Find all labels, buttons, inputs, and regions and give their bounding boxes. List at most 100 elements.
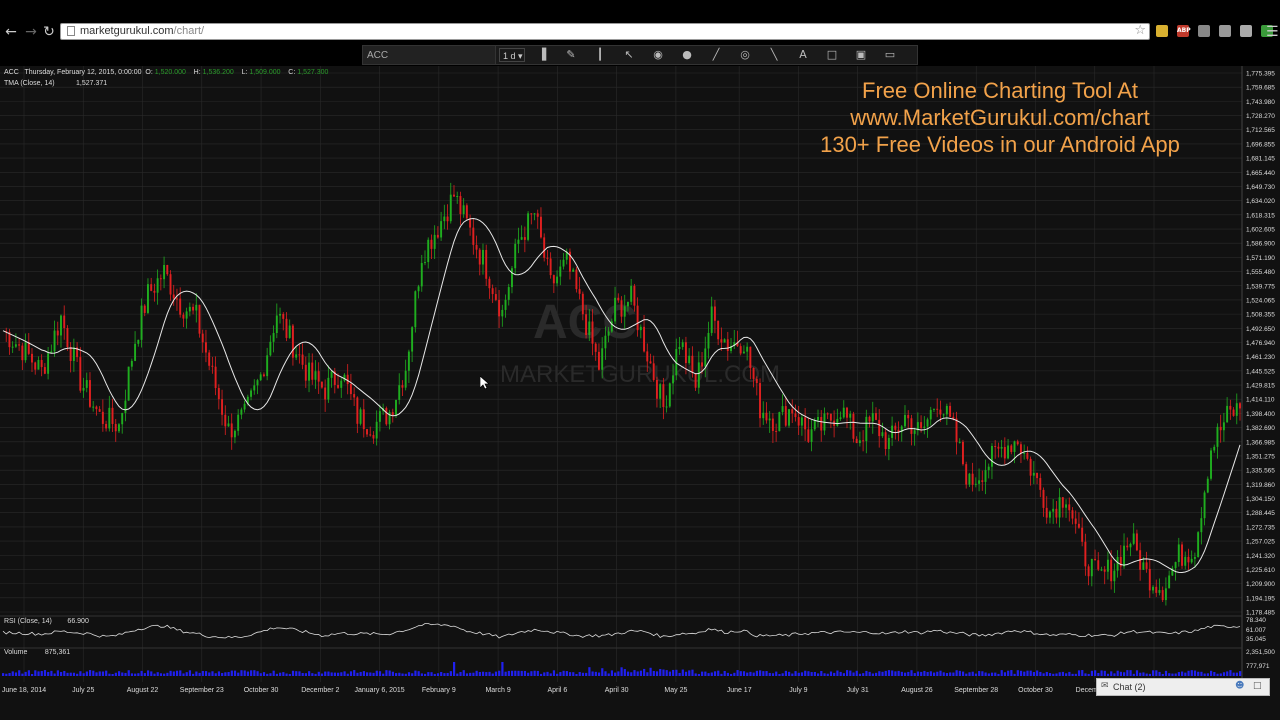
doc-extension-icon[interactable]	[1240, 25, 1252, 37]
text-tool-icon[interactable]: A	[794, 47, 812, 63]
target-icon[interactable]: ◎	[736, 47, 754, 63]
volume-bar	[1200, 671, 1203, 676]
volume-bar	[414, 670, 417, 676]
bars-icon[interactable]: ▐	[533, 47, 551, 63]
candle-body	[198, 304, 201, 334]
price-axis-label: 1,398.400	[1246, 411, 1275, 418]
folder-extension-icon[interactable]	[1156, 25, 1168, 37]
volume-bar	[591, 671, 594, 676]
volume-bar	[694, 673, 697, 676]
volume-bar	[237, 672, 240, 676]
candle-body	[1007, 445, 1010, 459]
candle-body	[446, 216, 449, 222]
candle-body	[852, 413, 855, 439]
line-tool-icon[interactable]: ╱	[707, 47, 725, 63]
chat-popout-icon[interactable]: □	[1253, 681, 1262, 691]
volume-bar	[233, 670, 237, 676]
candlestick-icon[interactable]: ┃	[591, 47, 609, 63]
candle-body	[623, 306, 626, 317]
reload-icon[interactable]: ↻	[42, 22, 56, 42]
adblock-extension-icon[interactable]: ABP	[1177, 25, 1191, 37]
pattern-icon[interactable]: ╲	[765, 47, 783, 63]
volume-bar	[411, 673, 414, 676]
volume-bar	[111, 673, 114, 676]
fullscreen-icon[interactable]: ▭	[881, 47, 899, 63]
volume-bar	[614, 672, 617, 676]
candle-body	[771, 418, 774, 431]
back-arrow-icon[interactable]: ←	[4, 22, 18, 42]
chat-widget[interactable]: ✉ Chat (2) ☻ □	[1096, 678, 1270, 696]
candle-body	[543, 237, 546, 258]
star-icon[interactable]: ☆	[1134, 23, 1146, 38]
eye-crossed-icon[interactable]: ◉	[649, 47, 667, 63]
brush-icon[interactable]: ✎	[562, 47, 580, 63]
chat-person-icon[interactable]: ☻	[1235, 681, 1244, 691]
candle-body	[1077, 523, 1080, 528]
volume-bar	[652, 670, 655, 676]
volume-bar	[775, 671, 778, 676]
chart-area[interactable]: 1,775.395 1,759.685 1,743.980 1,728.270 1,71…	[0, 66, 1280, 720]
volume-bar	[188, 670, 192, 676]
candle-body	[262, 374, 265, 377]
volume-bar	[755, 670, 758, 676]
volume-bar	[253, 670, 256, 676]
candle-body	[1068, 504, 1071, 511]
mail-extension-icon[interactable]	[1198, 25, 1210, 37]
volume-bar	[117, 671, 121, 676]
candle-body	[427, 239, 430, 263]
camera-icon[interactable]: ▣	[852, 47, 870, 63]
volume-bar	[1094, 670, 1097, 676]
price-axis-label: 1,476.940	[1246, 340, 1275, 347]
candle-body	[1039, 478, 1042, 490]
volume-bar	[1168, 673, 1171, 676]
info-symbol: ACC	[4, 69, 19, 76]
volume-bar	[295, 671, 298, 676]
candle-body	[1210, 450, 1212, 479]
volume-bar	[878, 671, 881, 676]
candle-body	[781, 406, 784, 413]
candle-body	[111, 407, 114, 424]
candle-body	[31, 353, 33, 363]
interval-select[interactable]: 1 d ▾	[499, 48, 525, 62]
volume-bar	[636, 671, 639, 676]
promo-banner: Free Online Charting Tool At www.MarketG…	[790, 77, 1210, 158]
cloud-extension-icon[interactable]	[1219, 25, 1231, 37]
time-axis-label: July 31	[847, 687, 869, 694]
volume-bar	[1106, 673, 1110, 676]
candle-body	[195, 304, 198, 311]
volume-bar	[198, 672, 201, 676]
candle-body	[208, 352, 211, 366]
trash-icon[interactable]: □	[823, 47, 841, 63]
circle-dot-icon[interactable]: ●	[678, 47, 696, 63]
candle-body	[253, 385, 256, 391]
candle-body	[1155, 586, 1158, 593]
candle-body	[304, 364, 307, 381]
candle-body	[887, 437, 890, 450]
price-axis-label: 1,178.485	[1246, 610, 1275, 617]
candle-body	[443, 216, 446, 222]
candle-body	[1206, 478, 1209, 493]
symbol-input[interactable]	[363, 46, 496, 64]
candle-body	[684, 342, 687, 364]
candle-body	[829, 413, 832, 421]
volume-bar	[887, 670, 891, 676]
volume-bar	[926, 672, 929, 676]
candle-body	[1081, 527, 1084, 542]
volume-bar	[1174, 673, 1177, 676]
forward-arrow-icon[interactable]: →	[24, 22, 38, 42]
candle-body	[762, 412, 765, 419]
volume-bar	[72, 672, 76, 676]
volume-bar	[1235, 672, 1238, 676]
url-text[interactable]: marketgurukul.com/chart/	[80, 25, 204, 37]
volume-bar	[932, 672, 936, 676]
volume-bar	[407, 672, 411, 676]
candle-body	[556, 276, 559, 284]
volume-bar	[1010, 670, 1013, 676]
menu-icon[interactable]: ☰	[1266, 24, 1279, 40]
candle-body	[156, 278, 159, 293]
address-bar[interactable]: marketgurukul.com/chart/ ☆	[60, 23, 1150, 40]
chart-canvas[interactable]: 1,775.395 1,759.685 1,743.980 1,728.270 1,71…	[0, 66, 1280, 720]
candle-body	[14, 344, 17, 347]
rsi-label: RSI (Close, 14)	[4, 618, 52, 625]
cursor-tool-icon[interactable]: ↖	[620, 47, 638, 63]
